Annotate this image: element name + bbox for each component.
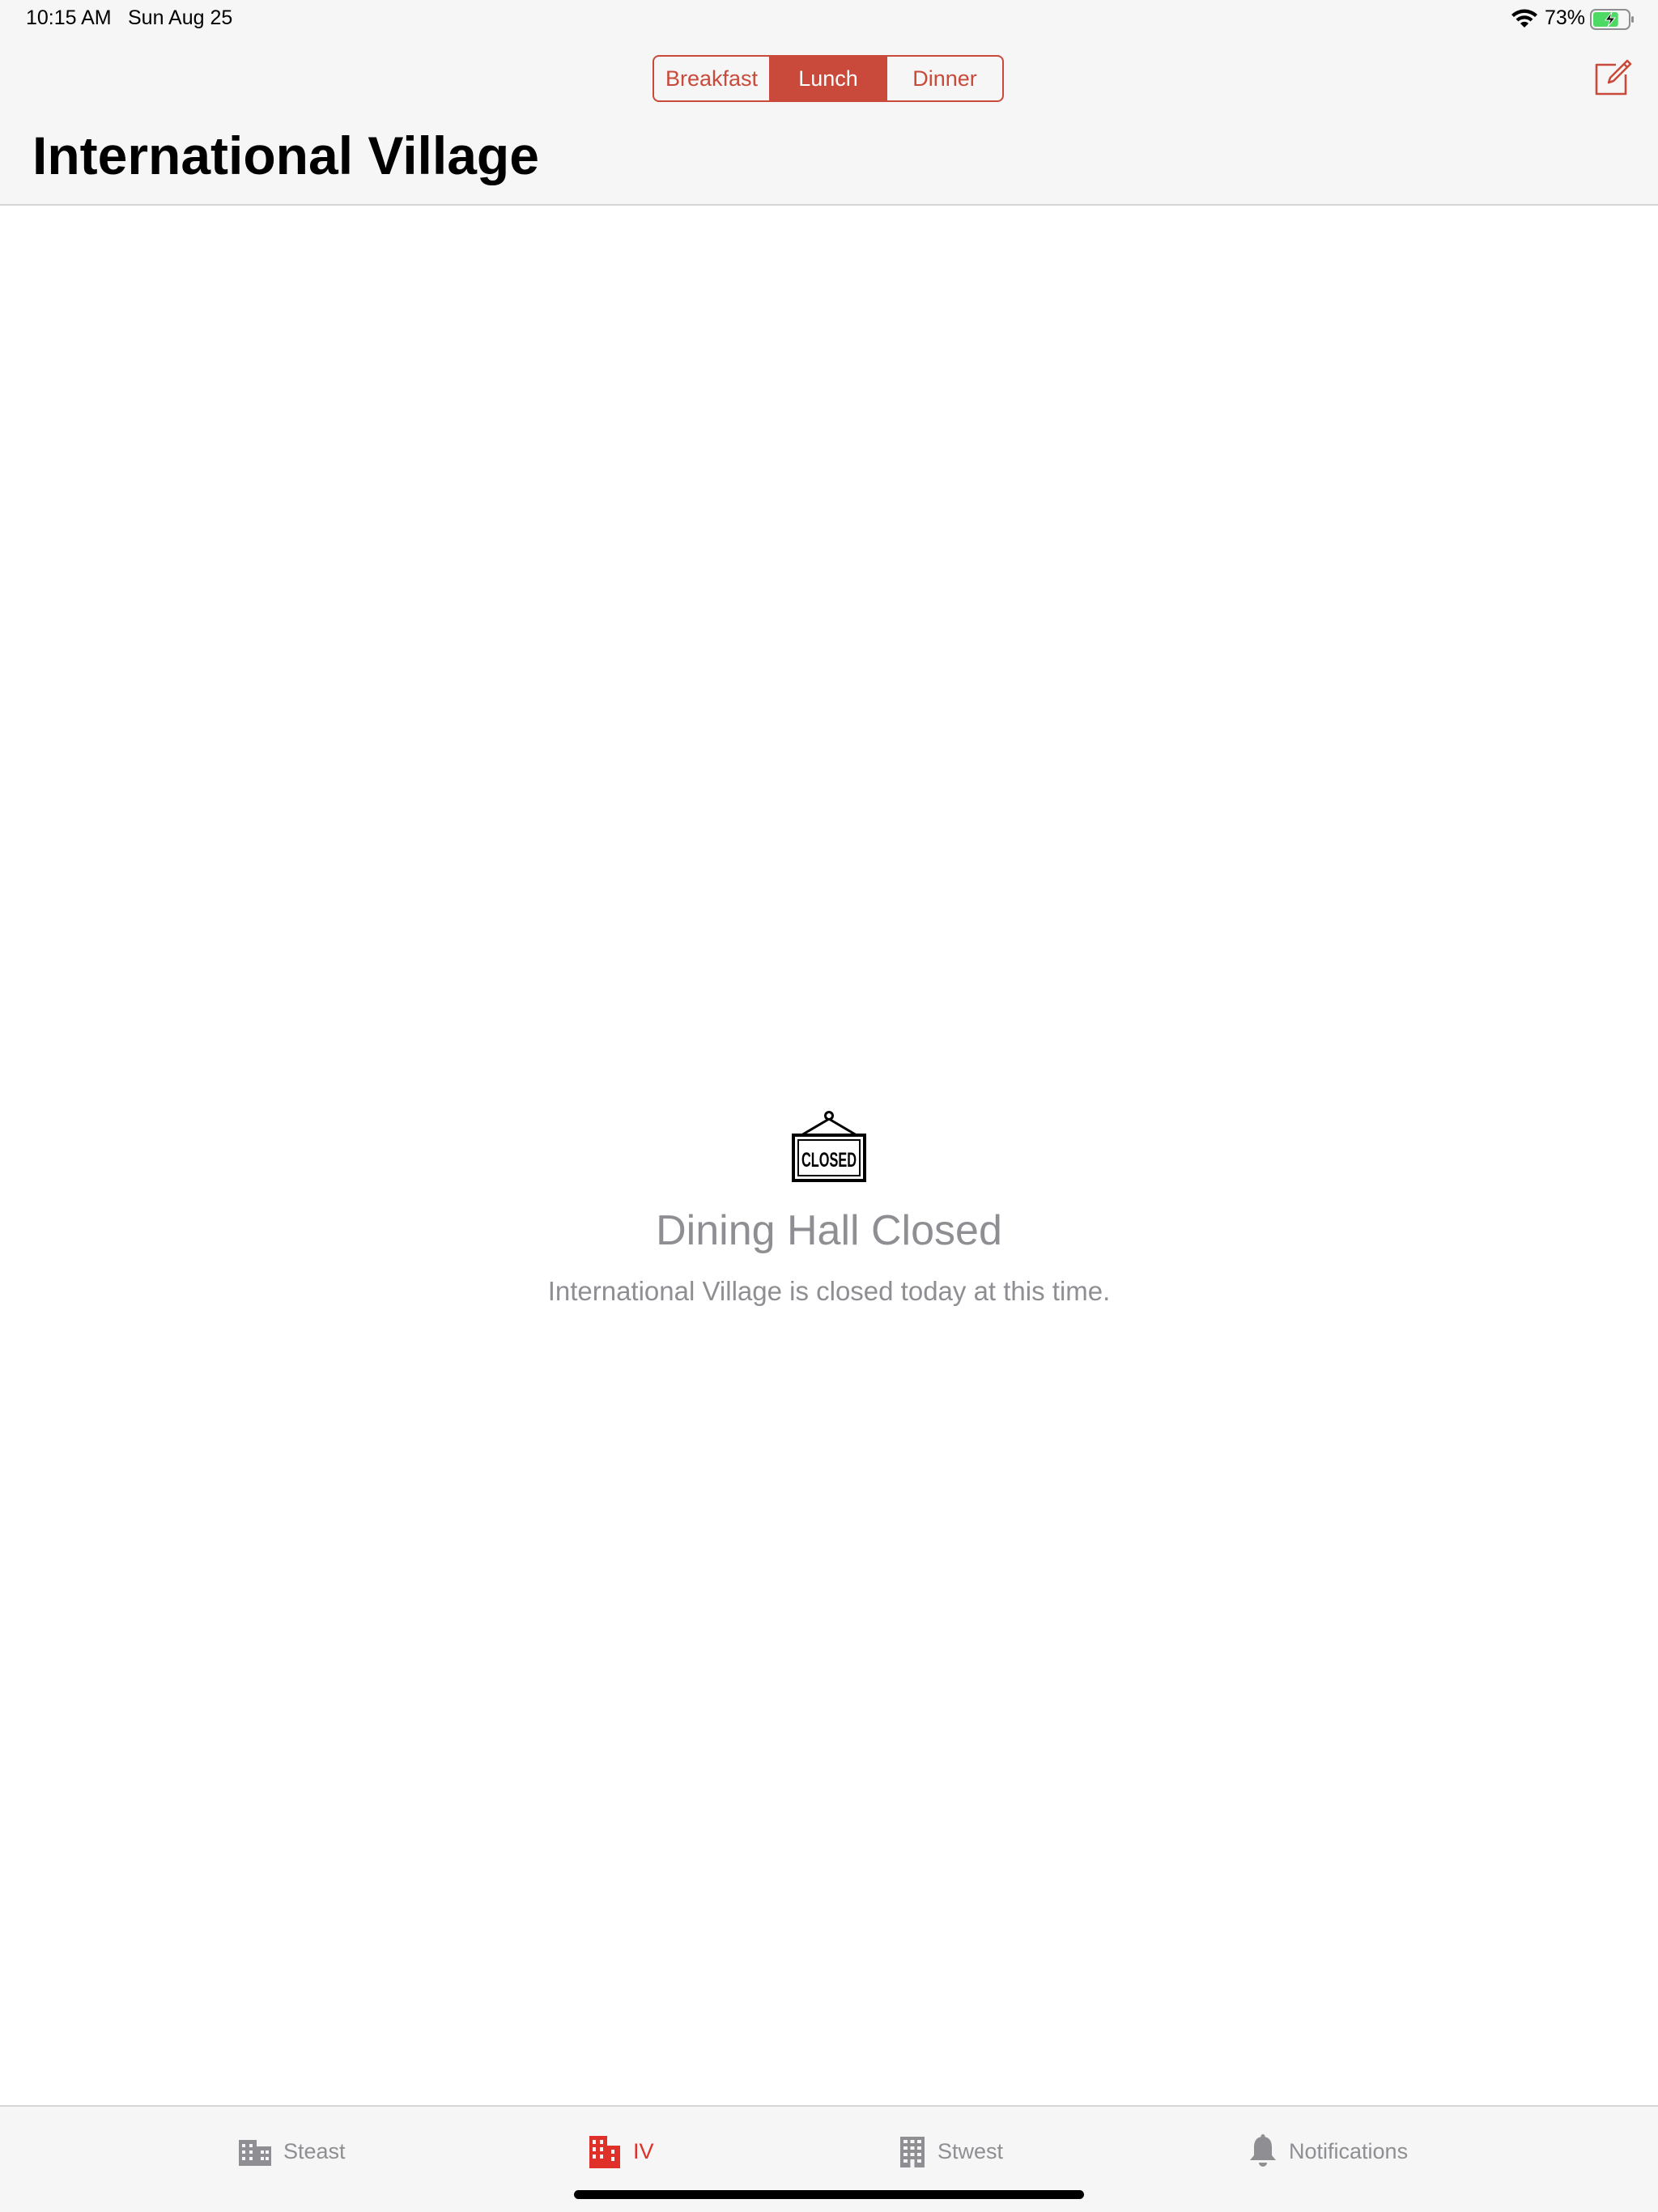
segment-lunch[interactable]: Lunch [771, 57, 887, 100]
app-screen: 10:15 AM Sun Aug 25 73% Breakfast Lunch … [0, 0, 1658, 2212]
closed-sign-icon: CLOSED [792, 1111, 866, 1182]
wifi-icon [1511, 9, 1537, 28]
meal-segmented-control: Breakfast Lunch Dinner [653, 55, 1004, 102]
tab-label-notifications: Notifications [1289, 2138, 1409, 2163]
page-title: International Village [32, 125, 539, 185]
tab-iv[interactable]: IV [588, 2131, 654, 2172]
compose-icon[interactable] [1592, 58, 1632, 99]
status-bar: 10:15 AM Sun Aug 25 73% [0, 0, 1658, 39]
closed-sign-text: CLOSED [801, 1149, 857, 1172]
tab-stwest[interactable]: Stwest [899, 2131, 1003, 2172]
empty-state-message: International Village is closed today at… [547, 1276, 1111, 1306]
bell-icon [1250, 2134, 1276, 2167]
empty-state-title: Dining Hall Closed [656, 1207, 1002, 1254]
tab-label-steast: Steast [283, 2138, 346, 2163]
tall-building-icon [900, 2137, 925, 2167]
tab-label-iv: IV [633, 2138, 654, 2163]
battery-charging-icon [1590, 9, 1634, 30]
segment-dinner[interactable]: Dinner [887, 57, 1002, 100]
navigation-header: Breakfast Lunch Dinner International Vil… [0, 39, 1658, 206]
tab-notifications[interactable]: Notifications [1248, 2131, 1408, 2172]
status-date: Sun Aug 25 [128, 6, 233, 29]
building-icon [589, 2136, 620, 2168]
tab-label-stwest: Stwest [937, 2138, 1004, 2163]
segment-breakfast[interactable]: Breakfast [654, 57, 771, 100]
status-time: 10:15 AM [26, 6, 112, 29]
battery-percent: 73% [1545, 6, 1586, 29]
closed-empty-state: CLOSED Dining Hall Closed International … [0, 1109, 1658, 1307]
building-icon [239, 2140, 271, 2166]
tab-steast[interactable]: Steast [238, 2131, 346, 2172]
home-indicator[interactable] [574, 2190, 1084, 2199]
